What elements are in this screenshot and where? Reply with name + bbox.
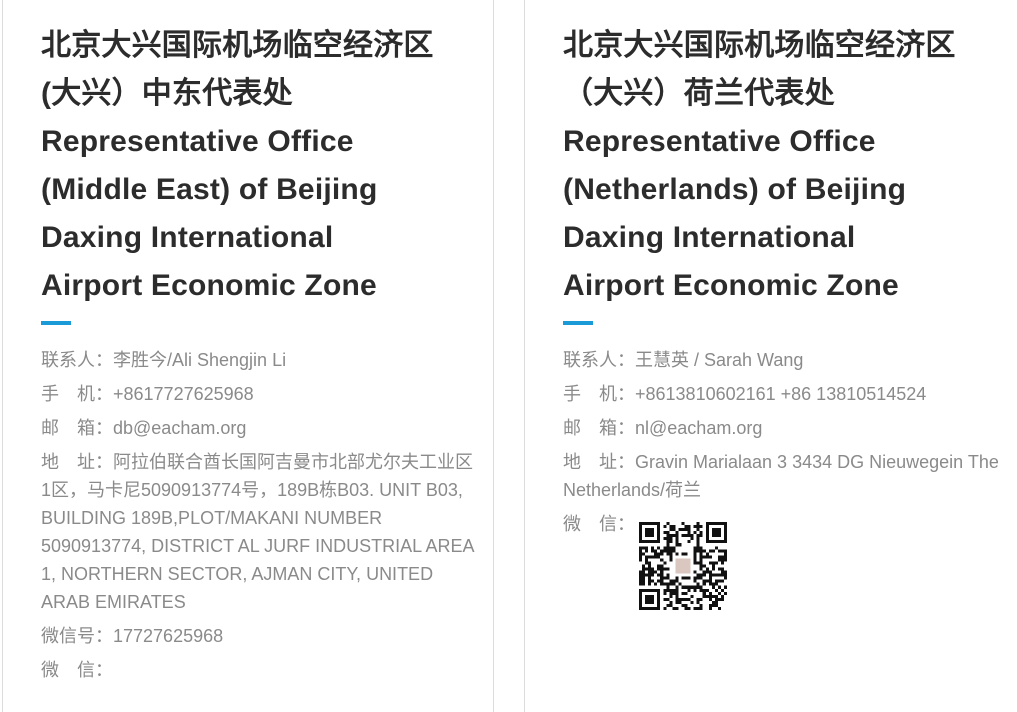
title-line: 北京大兴国际机场临空经济区 (41, 29, 434, 62)
phone-value: +8613810602161 +86 13810514524 (635, 384, 927, 404)
email-label: 邮 箱： (41, 418, 113, 438)
accent-divider (41, 321, 71, 325)
wechat-row: 微 信： (41, 656, 481, 684)
contact-row: 联系人：王慧英 / Sarah Wang (563, 346, 1003, 374)
email-value: nl@eacham.org (635, 418, 763, 438)
title-line: Airport Economic Zone (563, 269, 899, 302)
wechat-row: 微 信： (563, 510, 1003, 538)
contact-value: 李胜今/Ali Shengjin Li (113, 350, 287, 370)
title-line: Representative Office (41, 125, 354, 158)
email-label: 邮 箱： (563, 418, 635, 438)
phone-row: 手 机：+8617727625968 (41, 380, 481, 408)
title-line: (Middle East) of Beijing (41, 173, 378, 206)
title-line: (大兴）中东代表处 (41, 77, 293, 110)
contact-label: 联系人： (563, 350, 635, 370)
phone-label: 手 机： (563, 384, 635, 404)
wechat-label: 微 信： (41, 660, 113, 680)
phone-value: +8617727625968 (113, 384, 254, 404)
contact-label: 联系人： (41, 350, 113, 370)
title-line: Daxing International (563, 221, 856, 254)
card-title: 北京大兴国际机场临空经济区 （大兴）荷兰代表处 Representative O… (563, 22, 1003, 310)
title-line: Daxing International (41, 221, 334, 254)
title-line: Airport Economic Zone (41, 269, 377, 302)
wechat-qr-code-icon (639, 522, 727, 610)
address-label: 地 址： (563, 452, 635, 472)
address-value: 阿拉伯联合酋长国阿吉曼市北部尤尔夫工业区1区，马卡尼5090913774号，18… (41, 452, 474, 612)
title-line: （大兴）荷兰代表处 (563, 77, 835, 110)
wechat-id-value: 17727625968 (113, 626, 224, 646)
contact-card-netherlands: 北京大兴国际机场临空经济区 （大兴）荷兰代表处 Representative O… (524, 0, 1017, 712)
phone-row: 手 机：+8613810602161 +86 13810514524 (563, 380, 1003, 408)
wechat-label: 微 信： (563, 514, 635, 534)
contact-row: 联系人：李胜今/Ali Shengjin Li (41, 346, 481, 374)
email-row: 邮 箱：nl@eacham.org (563, 414, 1003, 442)
accent-divider (563, 321, 593, 325)
wechat-id-label: 微信号： (41, 626, 113, 646)
title-line: 北京大兴国际机场临空经济区 (563, 29, 956, 62)
title-line: (Netherlands) of Beijing (563, 173, 907, 206)
address-row: 地 址：阿拉伯联合酋长国阿吉曼市北部尤尔夫工业区1区，马卡尼5090913774… (41, 448, 481, 616)
contact-card-middle-east: 北京大兴国际机场临空经济区 (大兴）中东代表处 Representative O… (2, 0, 494, 712)
contact-value: 王慧英 / Sarah Wang (635, 350, 804, 370)
address-label: 地 址： (41, 452, 113, 472)
email-row: 邮 箱：db@eacham.org (41, 414, 481, 442)
card-title: 北京大兴国际机场临空经济区 (大兴）中东代表处 Representative O… (41, 22, 481, 310)
title-line: Representative Office (563, 125, 876, 158)
phone-label: 手 机： (41, 384, 113, 404)
contact-info: 联系人：王慧英 / Sarah Wang 手 机：+8613810602161 … (563, 346, 1003, 544)
contact-info: 联系人：李胜今/Ali Shengjin Li 手 机：+86177276259… (41, 346, 481, 690)
wechat-id-row: 微信号：17727625968 (41, 622, 481, 650)
address-row: 地 址：Gravin Marialaan 3 3434 DG Nieuwegei… (563, 448, 1003, 504)
email-value: db@eacham.org (113, 418, 247, 438)
